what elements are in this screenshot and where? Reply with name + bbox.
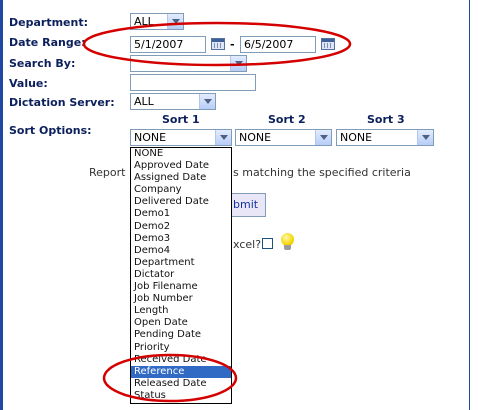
- date-from-value: 5/1/2007: [134, 38, 184, 51]
- chevron-down-icon: [199, 94, 215, 109]
- dropdown-option[interactable]: Assigned Date: [131, 172, 231, 184]
- page-left-border: [0, 0, 3, 410]
- dropdown-option[interactable]: Priority: [131, 342, 231, 354]
- sort2-header: Sort 2: [268, 113, 306, 126]
- dropdown-option[interactable]: Demo2: [131, 221, 231, 233]
- dropdown-option[interactable]: Job Filename: [131, 281, 231, 293]
- sort1-select[interactable]: NONE: [130, 129, 232, 146]
- date-from-input[interactable]: 5/1/2007: [130, 36, 206, 53]
- submit-button-label: bmit: [233, 198, 259, 211]
- dropdown-option[interactable]: NONE: [131, 148, 231, 160]
- dictation-server-label: Dictation Server:: [9, 96, 115, 109]
- dropdown-option[interactable]: Department: [131, 257, 231, 269]
- chevron-down-icon: [417, 130, 433, 145]
- dropdown-option[interactable]: Job Number: [131, 293, 231, 305]
- dictation-server-select-value: ALL: [134, 95, 154, 108]
- dropdown-option[interactable]: Pending Date: [131, 329, 231, 341]
- calendar-icon[interactable]: [321, 38, 335, 50]
- sort3-header: Sort 3: [367, 113, 405, 126]
- search-by-label: Search By:: [9, 57, 76, 70]
- page-right-border: [469, 0, 470, 410]
- chevron-down-icon: [315, 130, 331, 145]
- dropdown-option[interactable]: Demo1: [131, 208, 231, 220]
- sort2-select-value: NONE: [239, 131, 272, 144]
- dropdown-option[interactable]: Company: [131, 184, 231, 196]
- dropdown-option[interactable]: Received Date: [131, 354, 231, 366]
- date-separator: -: [230, 38, 235, 51]
- dropdown-option[interactable]: Open Date: [131, 317, 231, 329]
- dropdown-option[interactable]: Length: [131, 305, 231, 317]
- excel-label: xcel?: [233, 238, 262, 251]
- dropdown-option[interactable]: Approved Date: [131, 160, 231, 172]
- sort1-select-value: NONE: [134, 131, 167, 144]
- lightbulb-icon[interactable]: [281, 233, 294, 250]
- search-by-select[interactable]: [130, 55, 247, 72]
- dropdown-option[interactable]: Status: [131, 390, 231, 402]
- report-text-right: s matching the specified criteria: [233, 166, 411, 179]
- dropdown-option[interactable]: Delivered Date: [131, 196, 231, 208]
- dropdown-option[interactable]: Demo3: [131, 233, 231, 245]
- chevron-down-icon: [215, 130, 231, 145]
- date-to-value: 6/5/2007: [244, 38, 294, 51]
- dropdown-option[interactable]: Reference: [131, 365, 231, 378]
- calendar-icon[interactable]: [211, 38, 225, 50]
- date-range-label: Date Range:: [9, 36, 86, 49]
- sort3-select-value: NONE: [340, 131, 373, 144]
- chevron-down-icon: [230, 56, 246, 71]
- department-select[interactable]: ALL: [130, 13, 184, 30]
- submit-button[interactable]: bmit: [226, 193, 266, 217]
- date-to-input[interactable]: 6/5/2007: [240, 36, 316, 53]
- sort-options-label: Sort Options:: [9, 124, 92, 137]
- value-label: Value:: [9, 77, 48, 90]
- sort2-select[interactable]: NONE: [235, 129, 332, 146]
- sort1-dropdown-list[interactable]: NONE Approved Date Assigned Date Company Del…: [130, 147, 232, 404]
- dropdown-option[interactable]: Demo4: [131, 245, 231, 257]
- sort1-header: Sort 1: [162, 113, 200, 126]
- department-select-value: ALL: [134, 15, 154, 28]
- dropdown-option[interactable]: Dictator: [131, 269, 231, 281]
- department-label: Department:: [9, 16, 88, 29]
- chevron-down-icon: [167, 14, 183, 29]
- dropdown-option[interactable]: Released Date: [131, 378, 231, 390]
- excel-checkbox[interactable]: [262, 238, 273, 249]
- dictation-server-select[interactable]: ALL: [130, 93, 216, 110]
- sort3-select[interactable]: NONE: [336, 129, 434, 146]
- value-input[interactable]: [130, 74, 256, 91]
